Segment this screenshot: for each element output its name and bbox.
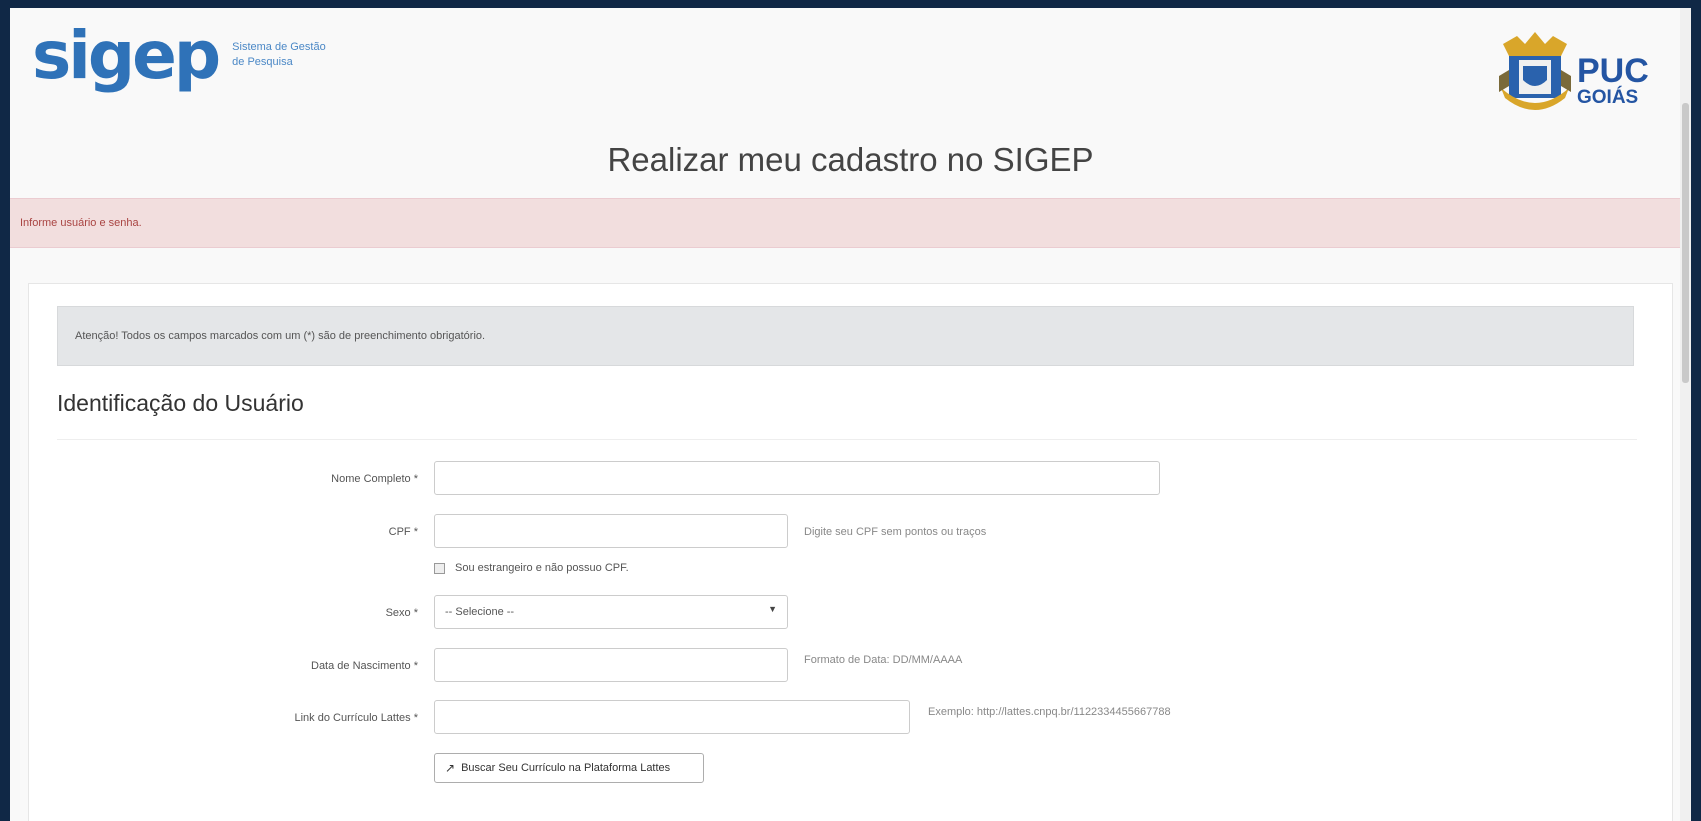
sexo-selected-value: -- Selecione -- [445,606,515,618]
buscar-lattes-button[interactable]: ↗ Buscar Seu Currículo na Plataforma Lat… [434,753,704,783]
estrangeiro-checkbox[interactable] [434,562,445,574]
section-title: Identificação do Usuário [57,390,304,416]
goias-text: GOIÁS [1577,87,1639,108]
logo-subtitle: Sistema de Gestão de Pesquisa [232,40,326,70]
nome-input[interactable] [434,461,1160,495]
logo-sub-line1: Sistema de Gestão [232,41,326,53]
sexo-label: Sexo * [385,607,418,619]
estrangeiro-checkbox-row[interactable]: Sou estrangeiro e não possuo CPF. [434,562,629,574]
cpf-label: CPF * [388,526,418,538]
page-title: Realizar meu cadastro no SIGEP [607,141,1094,178]
registration-panel: Atenção! Todos os campos marcados com um… [28,283,1673,821]
vertical-scrollbar[interactable] [1680,8,1691,821]
cpf-help: Digite seu CPF sem pontos ou traços [804,526,987,538]
nascimento-input[interactable] [434,648,788,682]
required-fields-notice: Atenção! Todos os campos marcados com um… [57,306,1634,366]
lattes-help: Exemplo: http://lattes.cnpq.br/112233445… [928,706,1171,718]
scrollbar-thumb[interactable] [1682,103,1689,383]
buscar-lattes-label: Buscar Seu Currículo na Plataforma Latte… [461,762,671,774]
page: sigep Sistema de Gestão de Pesquisa PUC … [10,8,1691,821]
puc-text: PUC [1577,52,1649,90]
logo-word: sigep [32,17,221,94]
logo-sub-line2: de Pesquisa [232,56,293,68]
external-link-icon: ↗ [445,761,456,775]
lattes-input[interactable] [434,700,910,734]
error-alert: Informe usuário e senha. [10,198,1690,248]
nome-label: Nome Completo * [331,473,418,485]
estrangeiro-label: Sou estrangeiro e não possuo CPF. [455,562,629,574]
puc-goias-text: PUC GOIÁS [1577,54,1649,107]
section-divider [57,439,1637,440]
puc-goias-logo: PUC GOIÁS [1495,26,1655,122]
nascimento-label: Data de Nascimento * [311,660,418,672]
nascimento-help: Formato de Data: DD/MM/AAAA [804,654,963,666]
lattes-label: Link do Currículo Lattes * [294,712,418,724]
sexo-select[interactable]: -- Selecione -- ▼ [434,595,788,629]
cpf-input[interactable] [434,514,788,548]
crest-icon [1499,32,1571,110]
caret-down-icon: ▼ [768,604,777,614]
sigep-logo[interactable]: sigep Sistema de Gestão de Pesquisa [32,16,326,96]
